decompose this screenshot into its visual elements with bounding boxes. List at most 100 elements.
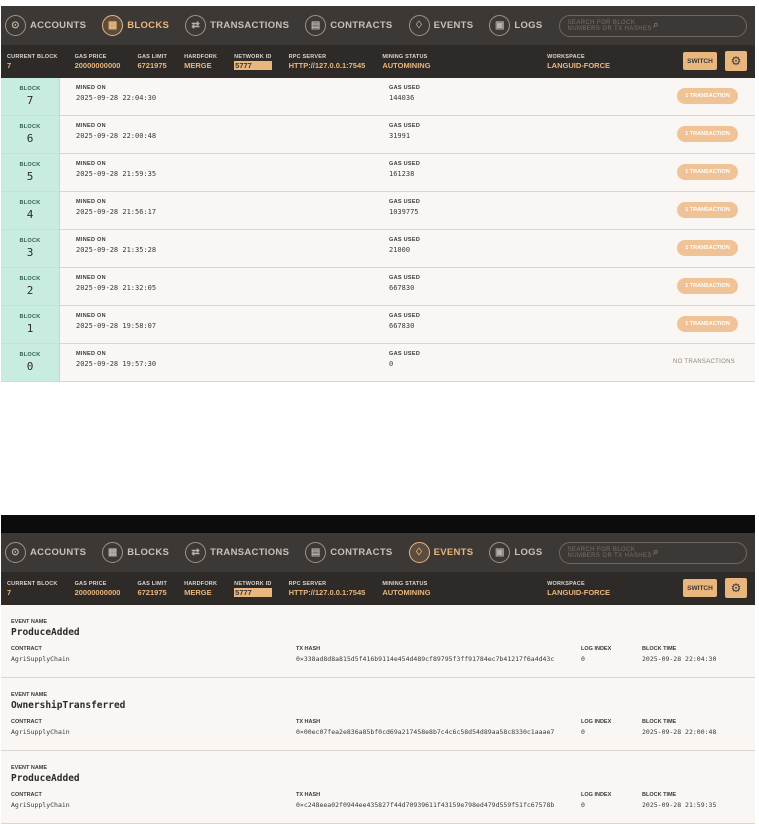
transaction-count-button[interactable]: 1 TRANSACTION	[677, 164, 738, 180]
transaction-count-button[interactable]: 1 TRANSACTION	[677, 202, 738, 218]
gas-used-cell: GAS USED 667830	[389, 313, 420, 330]
blocks-icon: ▦	[102, 542, 124, 563]
nav-logs[interactable]: ▣ LOGS	[489, 542, 542, 563]
tx-hash-label: TX HASH	[296, 719, 321, 725]
gas-used-cell: GAS USED 161238	[389, 161, 420, 178]
block-row[interactable]: BLOCK 3 MINED ON 2025-09-28 21:35:28 GAS…	[1, 230, 755, 268]
nav-blocks[interactable]: ▦ BLOCKS	[102, 542, 169, 563]
gas-limit-value: 6721975	[137, 60, 167, 70]
mined-on-cell: MINED ON 2025-09-28 19:58:07	[76, 313, 156, 330]
switch-button[interactable]: SWITCH	[683, 52, 717, 70]
current-block-value: 7	[7, 60, 12, 70]
event-row[interactable]: EVENT NAME ProduceAdded CONTRACT AgriSup…	[1, 605, 755, 678]
transaction-count-button[interactable]: 1 TRANSACTION	[677, 88, 738, 104]
rpc-server-stat: RPC SERVER HTTP://127.0.0.1:7545	[289, 54, 366, 70]
block-row[interactable]: BLOCK 6 MINED ON 2025-09-28 22:00:48 GAS…	[1, 116, 755, 154]
log-index-value: 0	[581, 655, 585, 663]
nav-accounts-label: ACCOUNTS	[30, 20, 87, 31]
blocks-icon: ▦	[102, 15, 124, 36]
mined-on-label: MINED ON	[76, 313, 106, 319]
nav-contracts[interactable]: ▤ CONTRACTS	[305, 542, 392, 563]
top-navigation: ⊙ ACCOUNTS ▦ BLOCKS ⇄ TRANSACTIONS ▤ CON…	[1, 533, 755, 572]
gear-icon[interactable]: ⚙	[725, 51, 747, 71]
nav-logs[interactable]: ▣ LOGS	[489, 15, 542, 36]
block-number-cell: BLOCK 2	[1, 268, 60, 305]
mined-on-label: MINED ON	[76, 161, 106, 167]
current-block-stat: CURRENT BLOCK 7	[7, 54, 58, 70]
transaction-count-button[interactable]: 1 TRANSACTION	[677, 278, 738, 294]
gas-used-value: 21000	[389, 246, 411, 254]
block-number-cell: BLOCK 3	[1, 230, 60, 267]
nav-contracts-label: CONTRACTS	[330, 20, 393, 31]
transaction-count-button[interactable]: 1 TRANSACTION	[677, 240, 738, 256]
block-label: BLOCK	[19, 314, 41, 320]
bell-icon: ♢	[408, 542, 430, 563]
mined-on-value: 2025-09-28 19:58:07	[76, 322, 157, 330]
gear-icon[interactable]: ⚙	[725, 578, 747, 598]
log-index-label: LOG INDEX	[581, 792, 612, 798]
nav-blocks-label: BLOCKS	[127, 20, 170, 31]
nav-transactions-label: TRANSACTIONS	[210, 547, 290, 558]
block-label: BLOCK	[19, 124, 41, 130]
block-row[interactable]: BLOCK 7 MINED ON 2025-09-28 22:04:30 GAS…	[1, 78, 755, 116]
block-row[interactable]: BLOCK 2 MINED ON 2025-09-28 21:32:05 GAS…	[1, 268, 755, 306]
block-time-cell: BLOCK TIME 2025-09-28 21:59:35	[642, 792, 716, 809]
nav-accounts[interactable]: ⊙ ACCOUNTS	[5, 15, 86, 36]
rpc-server-stat: RPC SERVER HTTP://127.0.0.1:7545	[289, 581, 366, 597]
block-row[interactable]: BLOCK 1 MINED ON 2025-09-28 19:58:07 GAS…	[1, 306, 755, 344]
block-list: BLOCK 7 MINED ON 2025-09-28 22:04:30 GAS…	[1, 78, 755, 382]
nav-events[interactable]: ♢ EVENTS	[408, 15, 474, 36]
gas-used-label: GAS USED	[389, 123, 421, 129]
search-icon[interactable]: ⌕	[653, 546, 738, 559]
search-input[interactable]: SEARCH FOR BLOCK NUMBERS OR TX HASHES ⌕	[558, 14, 747, 37]
switch-button[interactable]: SWITCH	[683, 579, 717, 597]
hardfork-label: HARDFORK	[184, 53, 218, 60]
block-label: BLOCK	[19, 200, 41, 206]
event-row[interactable]: EVENT NAME OwnershipTransferred CONTRACT…	[1, 678, 755, 751]
gas-limit-label: GAS LIMIT	[137, 53, 168, 60]
accounts-icon: ⊙	[5, 542, 26, 563]
workspace-stat: WORKSPACE LANGUID-FORCE	[547, 581, 610, 597]
gas-used-label: GAS USED	[389, 351, 421, 357]
mining-status-stat: MINING STATUS AUTOMINING	[382, 54, 430, 70]
log-index-value: 0	[581, 728, 585, 736]
nav-events[interactable]: ♢ EVENTS	[408, 542, 474, 563]
nav-accounts[interactable]: ⊙ ACCOUNTS	[5, 542, 86, 563]
event-row[interactable]: EVENT NAME ProduceAdded CONTRACT AgriSup…	[1, 751, 755, 824]
block-number-cell: BLOCK 4	[1, 192, 60, 229]
nav-blocks[interactable]: ▦ BLOCKS	[102, 15, 169, 36]
hardfork-value: MERGE	[184, 587, 212, 597]
gas-limit-label: GAS LIMIT	[137, 580, 168, 587]
block-label: BLOCK	[19, 162, 41, 168]
contracts-icon: ▤	[305, 542, 327, 563]
transaction-count-button[interactable]: 1 TRANSACTION	[677, 316, 738, 332]
mined-on-value: 2025-09-28 21:35:28	[76, 246, 157, 254]
log-index-cell: LOG INDEX 0	[581, 792, 611, 809]
mined-on-value: 2025-09-28 21:32:05	[76, 284, 157, 292]
block-row[interactable]: BLOCK 4 MINED ON 2025-09-28 21:56:17 GAS…	[1, 192, 755, 230]
block-row[interactable]: BLOCK 5 MINED ON 2025-09-28 21:59:35 GAS…	[1, 154, 755, 192]
gas-price-stat: GAS PRICE 20000000000	[75, 54, 121, 70]
block-time-value: 2025-09-28 22:00:48	[642, 728, 717, 736]
nav-contracts[interactable]: ▤ CONTRACTS	[305, 15, 392, 36]
search-input[interactable]: SEARCH FOR BLOCK NUMBERS OR TX HASHES ⌕	[558, 541, 747, 564]
block-row[interactable]: BLOCK 0 MINED ON 2025-09-28 19:57:30 GAS…	[1, 344, 755, 382]
logs-icon: ▣	[489, 542, 511, 563]
mined-on-cell: MINED ON 2025-09-28 21:59:35	[76, 161, 156, 178]
contract-label: CONTRACT	[11, 719, 42, 725]
transactions-icon: ⇄	[185, 542, 207, 563]
block-number-cell: BLOCK 5	[1, 154, 60, 191]
search-icon[interactable]: ⌕	[653, 19, 738, 32]
contract-label: CONTRACT	[11, 792, 42, 798]
mined-on-cell: MINED ON 2025-09-28 19:57:30	[76, 351, 156, 368]
block-time-cell: BLOCK TIME 2025-09-28 22:04:30	[642, 646, 716, 663]
log-index-cell: LOG INDEX 0	[581, 719, 611, 736]
transaction-count-button[interactable]: 1 TRANSACTION	[677, 126, 738, 142]
nav-transactions[interactable]: ⇄ TRANSACTIONS	[185, 542, 289, 563]
transactions-icon: ⇄	[185, 15, 207, 36]
block-number: 5	[26, 170, 34, 183]
event-name-label: EVENT NAME	[11, 692, 48, 698]
nav-transactions-label: TRANSACTIONS	[210, 20, 290, 31]
nav-transactions[interactable]: ⇄ TRANSACTIONS	[185, 15, 289, 36]
network-id-stat: NETWORK ID 5777	[234, 54, 272, 70]
